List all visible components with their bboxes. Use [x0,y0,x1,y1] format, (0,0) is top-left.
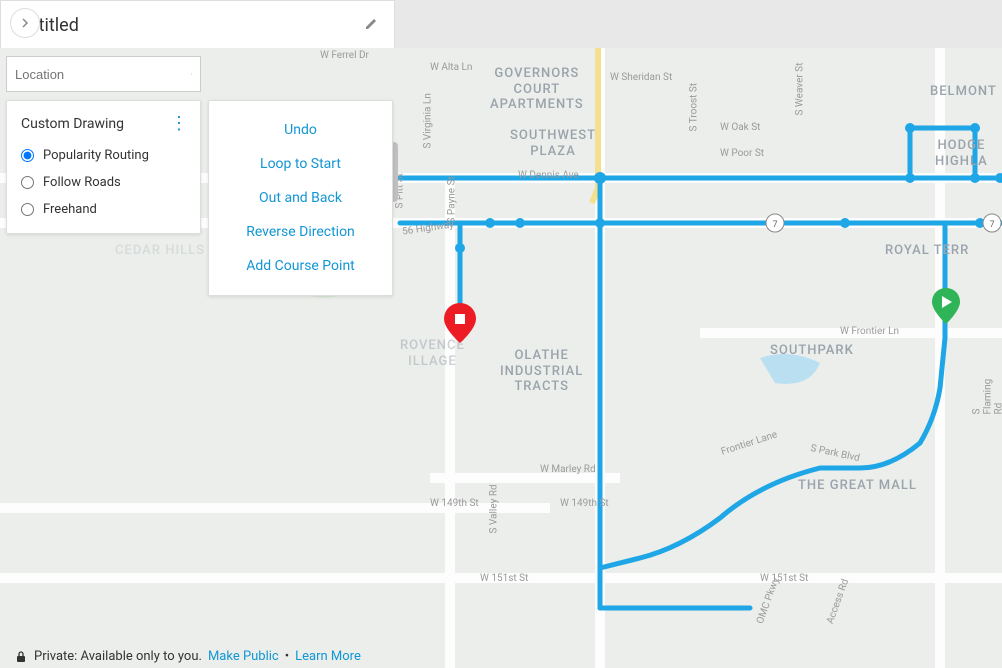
drawing-option-label: Follow Roads [43,175,121,190]
learn-more-link[interactable]: Learn More [295,649,361,664]
action-add-course-point[interactable]: Add Course Point [209,249,392,283]
custom-drawing-panel: Custom Drawing ⋮ Popularity Routing Foll… [6,100,201,234]
make-public-link[interactable]: Make Public [208,649,279,664]
route-end-marker[interactable] [444,303,476,343]
radio-freehand[interactable] [21,203,34,216]
drawing-option-follow-roads[interactable]: Follow Roads [21,175,186,190]
svg-text:7: 7 [772,220,777,230]
chevron-right-icon [20,18,30,28]
route-start-marker[interactable] [932,288,960,324]
drawing-panel-title: Custom Drawing [21,116,124,132]
action-reverse-direction[interactable]: Reverse Direction [209,215,392,249]
action-loop-to-start[interactable]: Loop to Start [209,147,392,181]
drawing-actions-menu: Undo Loop to Start Out and Back Reverse … [208,100,393,296]
search-icon [191,65,192,83]
location-search[interactable] [6,56,201,92]
svg-text:7: 7 [989,220,994,230]
lock-icon [14,650,28,664]
map-pin-icon [444,303,476,343]
search-input[interactable] [15,67,191,82]
drawing-option-label: Popularity Routing [43,148,149,163]
pencil-icon [364,17,378,31]
panel-expand-button[interactable] [10,8,40,38]
edit-title-button[interactable] [364,16,378,35]
radio-popularity[interactable] [21,149,34,162]
privacy-footer: Private: Available only to you. Make Pub… [14,649,361,664]
radio-follow-roads[interactable] [21,176,34,189]
action-out-and-back[interactable]: Out and Back [209,181,392,215]
drawing-option-popularity[interactable]: Popularity Routing [21,148,186,163]
privacy-text: Private: Available only to you. [34,649,202,664]
drawing-option-label: Freehand [43,202,97,217]
more-options-icon[interactable]: ⋮ [170,113,186,134]
bullet: • [285,649,289,664]
play-pin-icon [932,288,960,324]
drawing-option-freehand[interactable]: Freehand [21,202,186,217]
action-undo[interactable]: Undo [209,113,392,147]
